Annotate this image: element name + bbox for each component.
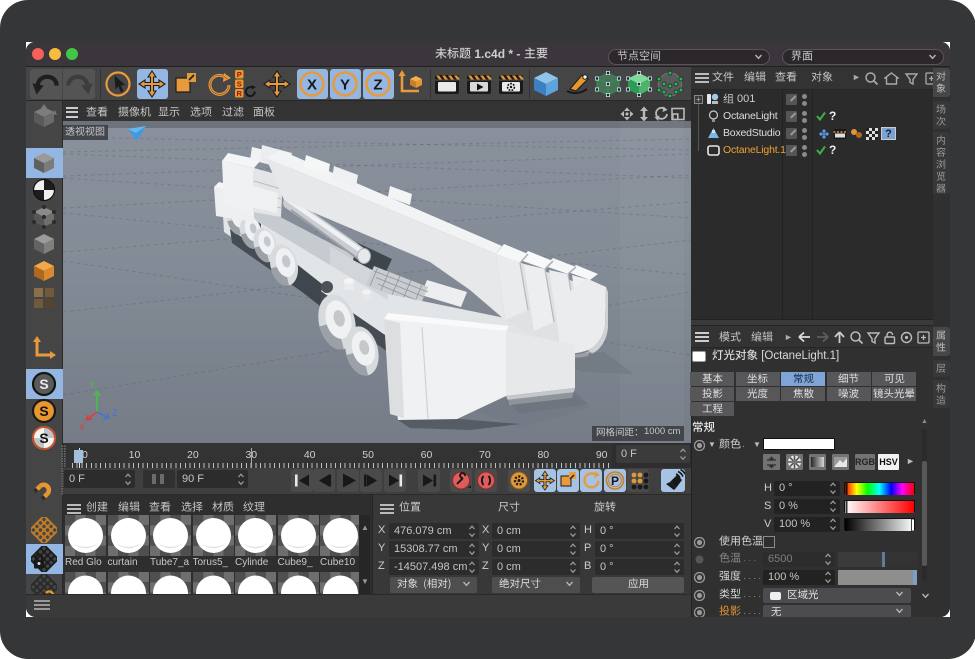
- svg-text:P: P: [610, 474, 618, 488]
- svg-text:S: S: [237, 80, 242, 89]
- svg-text:P: P: [237, 70, 242, 79]
- svg-text:X: X: [307, 77, 317, 94]
- svg-text:S: S: [39, 430, 48, 446]
- svg-text:Y: Y: [89, 380, 95, 390]
- svg-text:Z: Z: [373, 77, 382, 94]
- svg-text:Y: Y: [340, 77, 350, 94]
- svg-text:S: S: [39, 403, 48, 419]
- svg-text:S: S: [39, 376, 48, 392]
- svg-text:X: X: [79, 422, 85, 432]
- svg-text:Z: Z: [112, 408, 118, 418]
- svg-text:R: R: [236, 89, 242, 98]
